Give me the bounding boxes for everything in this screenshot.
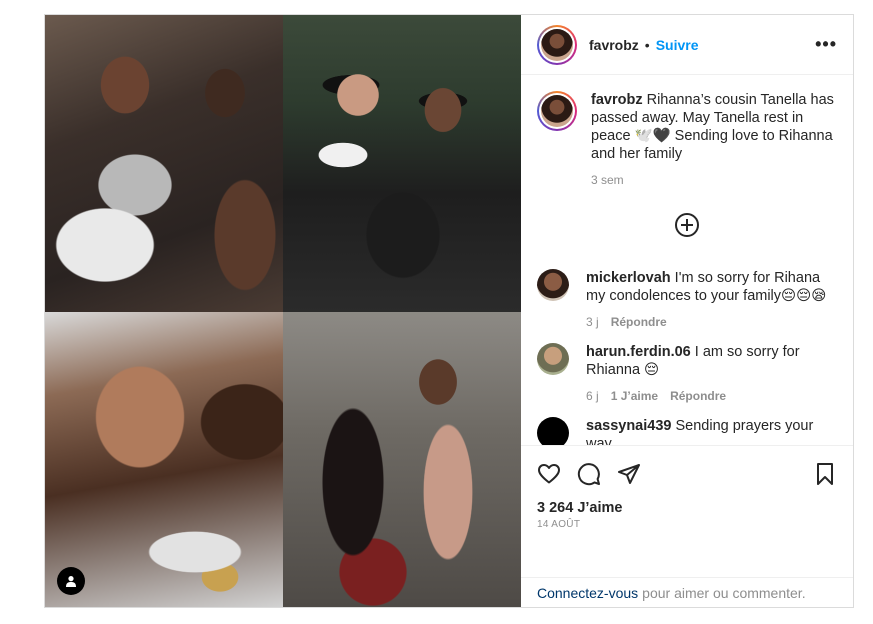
commenter-username[interactable]: sassynai439: [586, 418, 671, 434]
instagram-post: favrobz • Suivre ••• favrobz Rihanna’s c…: [44, 14, 854, 608]
collage-photo-top-left: [45, 15, 283, 312]
post-date[interactable]: 14 AOÛT: [537, 519, 837, 530]
comment-item: harun.ferdin.06 I am so sorry for Rhiann…: [537, 343, 837, 403]
caption-text: favrobz Rihanna’s cousin Tanella has pas…: [591, 91, 837, 163]
likes-count[interactable]: 3 264 J’aime: [537, 500, 837, 516]
caption-username[interactable]: favrobz: [591, 92, 643, 108]
comment-icon[interactable]: [577, 462, 601, 486]
comment-meta: 3 j Répondre: [586, 315, 837, 329]
author-avatar[interactable]: [537, 24, 577, 65]
user-icon: [66, 576, 76, 587]
reply-button[interactable]: Répondre: [670, 389, 726, 403]
plus-circle-icon[interactable]: [675, 213, 699, 237]
bookmark-icon[interactable]: [813, 462, 837, 486]
post-actions: 3 264 J’aime 14 AOÛT: [521, 445, 853, 577]
comment-text: harun.ferdin.06 I am so sorry for Rhiann…: [586, 344, 800, 378]
caption-author-avatar[interactable]: [537, 91, 577, 131]
more-options-icon[interactable]: •••: [815, 34, 837, 55]
paper-plane-icon[interactable]: [617, 462, 641, 486]
post-header: favrobz • Suivre •••: [521, 15, 853, 75]
header-separator: •: [644, 36, 650, 53]
comment-timestamp[interactable]: 3 j: [586, 315, 599, 329]
tagged-users-button[interactable]: [57, 567, 85, 595]
post-media-collage[interactable]: [45, 15, 521, 607]
comment-text: sassynai439 Sending prayers your way: [586, 418, 814, 445]
commenter-avatar[interactable]: [537, 343, 569, 375]
reply-button[interactable]: Répondre: [611, 315, 667, 329]
comment-timestamp[interactable]: 6 j: [586, 389, 599, 403]
comment-meta: 6 j 1 J’aime Répondre: [586, 389, 837, 403]
caption-timestamp[interactable]: 3 sem: [591, 173, 837, 187]
commenter-username[interactable]: mickerlovah: [586, 270, 671, 286]
commenter-avatar[interactable]: [537, 417, 569, 445]
load-more-comments: [537, 195, 837, 255]
collage-photo-top-right: [283, 15, 521, 312]
action-icons: [537, 452, 837, 496]
author-username[interactable]: favrobz: [589, 37, 639, 53]
post-caption: favrobz Rihanna’s cousin Tanella has pas…: [537, 91, 837, 187]
login-prompt: Connectez-vous pour aimer ou commenter.: [521, 577, 853, 607]
heart-icon[interactable]: [537, 462, 561, 486]
comment-text: mickerlovah I'm so sorry for Rihana my c…: [586, 270, 827, 304]
post-side-panel: favrobz • Suivre ••• favrobz Rihanna’s c…: [521, 15, 853, 607]
comment-likes[interactable]: 1 J’aime: [611, 389, 658, 403]
commenter-avatar[interactable]: [537, 269, 569, 301]
login-prompt-text: pour aimer ou commenter.: [642, 584, 806, 601]
commenter-username[interactable]: harun.ferdin.06: [586, 344, 691, 360]
collage-photo-bottom-right: [283, 312, 521, 607]
login-link[interactable]: Connectez-vous: [537, 585, 638, 601]
comment-item: sassynai439 Sending prayers your way: [537, 417, 837, 445]
comment-item: mickerlovah I'm so sorry for Rihana my c…: [537, 269, 837, 329]
follow-button[interactable]: Suivre: [656, 37, 699, 53]
collage-photo-bottom-left: [45, 312, 283, 607]
comments-section[interactable]: favrobz Rihanna’s cousin Tanella has pas…: [521, 75, 853, 445]
